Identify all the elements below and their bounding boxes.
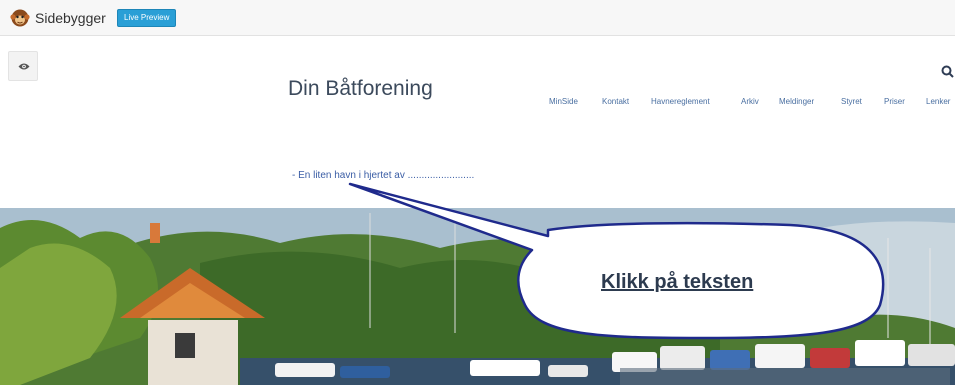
marina-photo	[0, 208, 955, 385]
live-preview-button[interactable]: Live Preview	[117, 9, 177, 27]
builder-name: Sidebygger	[35, 10, 106, 26]
site-tagline[interactable]: - En liten havn i hjertet av ...........…	[292, 170, 474, 181]
callout-text: Klikk på teksten	[601, 271, 754, 293]
page: Sidebygger Live Preview Din Båtforening …	[0, 0, 955, 385]
nav-item-priser[interactable]: Priser	[884, 97, 905, 106]
nav-item-kontakt[interactable]: Kontakt	[602, 97, 629, 106]
builder-toolbar: Sidebygger Live Preview	[0, 0, 955, 36]
nav-item-havnereglement[interactable]: Havnereglement	[651, 97, 710, 106]
nav-item-meldinger[interactable]: Meldinger	[779, 97, 814, 106]
eye-icon	[18, 63, 30, 70]
nav-item-styret[interactable]: Styret	[841, 97, 862, 106]
nav-item-arkiv[interactable]: Arkiv	[741, 97, 759, 106]
preview-toggle-button[interactable]	[8, 51, 38, 81]
nav-item-lenker[interactable]: Lenker	[926, 97, 950, 106]
monkey-face-icon	[10, 9, 30, 27]
main-navigation: MinSide Kontakt Havnereglement Arkiv Mel…	[0, 97, 955, 113]
nav-item-minside[interactable]: MinSide	[549, 97, 578, 106]
search-icon[interactable]	[941, 65, 954, 78]
hero-image	[0, 208, 955, 385]
